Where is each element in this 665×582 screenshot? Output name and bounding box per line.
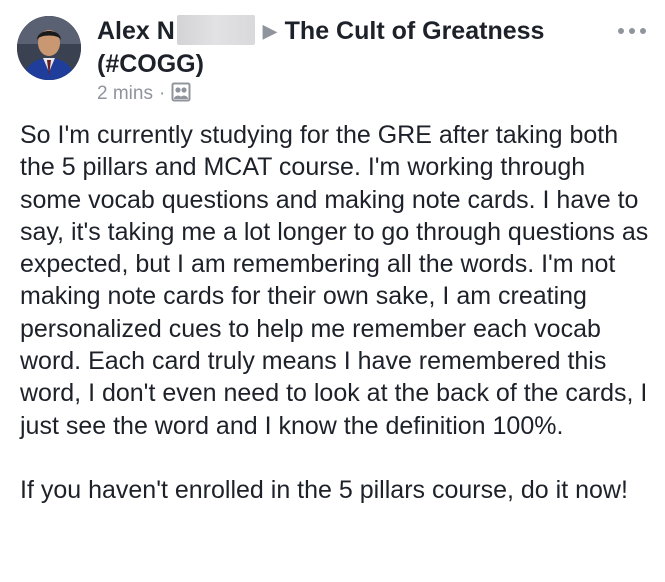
right-triangle-arrow-icon: ▶ xyxy=(262,21,277,41)
more-dot xyxy=(629,28,635,34)
avatar[interactable] xyxy=(17,16,81,80)
group-tag[interactable]: (#COGG) xyxy=(97,48,204,81)
post-paragraph: If you haven't enrolled in the 5 pillars… xyxy=(20,475,628,504)
redacted-name-block xyxy=(176,15,255,45)
more-dot xyxy=(618,28,624,34)
group-name[interactable]: The Cult of Greatness xyxy=(285,15,545,48)
post-paragraph: So I'm currently studying for the GRE af… xyxy=(20,121,649,440)
post-body: So I'm currently studying for the GRE af… xyxy=(20,119,650,506)
author-name[interactable]: Alex N xyxy=(97,15,175,48)
meta-separator: · xyxy=(158,83,166,104)
post-header: Alex N ▶ The Cult of Greatness xyxy=(97,15,597,48)
more-options-icon[interactable] xyxy=(614,18,654,42)
group-post: Alex N ▶ The Cult of Greatness (#COGG) 2 m… xyxy=(0,0,665,582)
post-meta: 2 mins · xyxy=(97,82,191,109)
group-members-icon[interactable] xyxy=(171,82,191,109)
timestamp[interactable]: 2 mins xyxy=(97,83,153,104)
more-dot xyxy=(640,28,646,34)
profile-photo xyxy=(17,16,81,80)
